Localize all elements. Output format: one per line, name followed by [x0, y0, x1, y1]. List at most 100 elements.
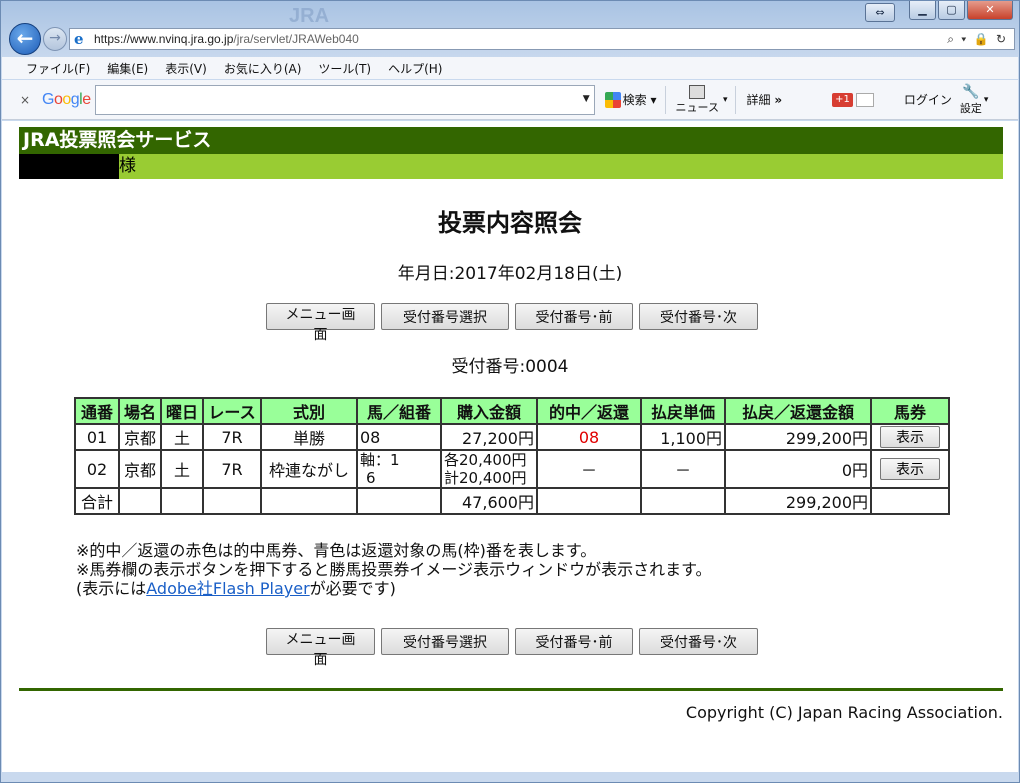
browser-window: JRA ⇔ ▁ ▢ ✕ ← → e https://www.nvinq.jra.…: [0, 0, 1020, 783]
settings-dropdown-icon[interactable]: ▾: [984, 95, 989, 105]
window-controls: ▁ ▢ ✕: [909, 1, 1013, 20]
menu-bar: ファイル(F) 編集(E) 表示(V) お気に入り(A) ツール(T) ヘルプ(…: [2, 57, 1018, 79]
cell-venue: 京都: [118, 423, 162, 451]
cell-type: 枠連ながし: [260, 449, 358, 489]
cell-empty: [118, 487, 162, 515]
settings-button[interactable]: 🔧 設定: [960, 84, 982, 116]
address-url: https://www.nvinq.jra.go.jp/jra/servlet/…: [94, 32, 359, 46]
receipt-select-button[interactable]: 受付番号選択: [381, 628, 509, 655]
cell-unit: 1,100円: [640, 423, 726, 451]
footer-divider: [19, 688, 1003, 691]
cell-day: 土: [160, 423, 204, 451]
address-bar[interactable]: e https://www.nvinq.jra.go.jp/jra/servle…: [69, 28, 1015, 50]
col-payout: 払戻／返還金額: [724, 397, 872, 425]
toolbar-close-icon[interactable]: ×: [14, 93, 36, 107]
cell-combo: 軸：1 6: [356, 449, 442, 489]
news-icon: [689, 84, 706, 99]
forward-button[interactable]: →: [43, 27, 67, 51]
cell-race: 7R: [202, 449, 262, 489]
cell-ticket: 表示: [870, 423, 950, 451]
col-no: 通番: [74, 397, 120, 425]
cell-day: 土: [160, 449, 204, 489]
cell-venue: 京都: [118, 449, 162, 489]
menu-tools[interactable]: ツール(T): [318, 60, 371, 77]
menu-view[interactable]: 表示(V): [165, 60, 207, 77]
google-logo: Google: [42, 90, 91, 108]
cell-unit: －: [640, 449, 726, 489]
cell-total-label: 合計: [74, 487, 120, 515]
toolbar-divider: [664, 85, 666, 114]
page-title: 投票内容照会: [438, 209, 582, 237]
table-row: 01 京都 土 7R 単勝 08 27,200円 08 1,100円 299,2…: [74, 423, 950, 451]
toolbar-divider: [735, 85, 737, 114]
maximize-button[interactable]: ▢: [938, 1, 965, 20]
details-button[interactable]: 詳細 »: [746, 91, 782, 108]
redacted-username: [19, 154, 119, 179]
receipt-select-button[interactable]: 受付番号選択: [381, 303, 509, 330]
cell-hit: －: [536, 449, 642, 489]
note-line-1: ※的中／返還の赤色は的中馬券、青色は返還対象の馬(枠)番を表します。: [76, 541, 597, 560]
menu-screen-button[interactable]: メニュー画面: [266, 628, 375, 668]
gplus-count-box: [855, 92, 874, 107]
close-button[interactable]: ✕: [967, 1, 1013, 20]
menu-help[interactable]: ヘルプ(H): [388, 60, 442, 77]
cell-empty: [870, 487, 950, 515]
google-search-input[interactable]: ▼: [94, 84, 595, 115]
menu-favorites[interactable]: お気に入り(A): [224, 60, 302, 77]
show-ticket-button[interactable]: 表示: [880, 426, 940, 448]
receipt-next-button[interactable]: 受付番号･次: [639, 303, 758, 330]
news-dropdown-icon[interactable]: ▾: [723, 95, 728, 105]
nav-buttons-top: メニュー画面 受付番号選択 受付番号･前 受付番号･次: [266, 303, 758, 343]
flash-player-link[interactable]: Adobe社Flash Player: [146, 579, 309, 598]
wrench-icon: 🔧: [962, 83, 980, 100]
cell-no: 02: [74, 449, 120, 489]
menu-screen-button[interactable]: メニュー画面: [266, 303, 375, 343]
cell-type: 単勝: [260, 423, 358, 451]
bet-table: 通番 場名 曜日 レース 式別 馬／組番 購入金額 的中／返還 払戻単価 払戻／…: [74, 397, 950, 515]
cell-amount: 27,200円: [440, 423, 538, 451]
receipt-prev-button[interactable]: 受付番号･前: [515, 303, 633, 330]
receipt-number: 受付番号:0004: [451, 357, 569, 377]
cell-empty: [640, 487, 726, 515]
cell-ticket: 表示: [870, 449, 950, 489]
cell-combo: 08: [356, 423, 442, 451]
menu-edit[interactable]: 編集(E): [107, 60, 148, 77]
cell-empty: [356, 487, 442, 515]
cell-payout: 0円: [724, 449, 872, 489]
table-total-row: 合計 47,600円 299,200円: [74, 487, 950, 515]
cell-hit: 08: [536, 423, 642, 451]
minimize-button[interactable]: ▁: [909, 1, 936, 20]
chevron-down-icon[interactable]: ▼: [583, 94, 590, 104]
news-button[interactable]: ニュース: [676, 84, 719, 115]
service-header: JRA投票照会サービス: [19, 127, 1003, 154]
col-hit: 的中／返還: [536, 397, 642, 425]
cell-empty: [202, 487, 262, 515]
back-button[interactable]: ←: [9, 23, 41, 55]
col-ticket: 馬券: [870, 397, 950, 425]
menu-file[interactable]: ファイル(F): [26, 60, 90, 77]
notes: ※的中／返還の赤色は的中馬券、青色は返還対象の馬(枠)番を表します。 ※馬券欄の…: [76, 541, 712, 598]
col-day: 曜日: [160, 397, 204, 425]
show-ticket-button[interactable]: 表示: [880, 458, 940, 480]
cell-amount: 各20,400円 計20,400円: [440, 449, 538, 489]
col-amount: 購入金額: [440, 397, 538, 425]
receipt-next-button[interactable]: 受付番号･次: [639, 628, 758, 655]
user-suffix: 様: [119, 156, 136, 176]
page-content: JRA投票照会サービス 様 投票内容照会 年月日:2017年02月18日(土) …: [2, 121, 1018, 772]
note-line-3: (表示にはAdobe社Flash Playerが必要です): [76, 579, 396, 598]
cell-payout: 299,200円: [724, 423, 872, 451]
login-link[interactable]: ログイン: [904, 91, 952, 108]
col-unit: 払戻単価: [640, 397, 726, 425]
receipt-prev-button[interactable]: 受付番号･前: [515, 628, 633, 655]
address-tools-icon[interactable]: ⌕ ▾ 🔒 ↻: [947, 32, 1008, 47]
col-combo: 馬／組番: [356, 397, 442, 425]
google-search-button[interactable]: 検索 ▾: [604, 91, 657, 108]
google-g-icon: [604, 91, 621, 108]
note-line-2: ※馬券欄の表示ボタンを押下すると勝馬投票券イメージ表示ウィンドウが表示されます。: [76, 560, 712, 579]
copyright: Copyright (C) Japan Racing Association.: [685, 703, 1003, 722]
google-toolbar: × Google ▼ 検索 ▾ ニュース ▾ 詳細 » +1 ログイン 🔧 設定 …: [2, 80, 1018, 120]
restore-down-icon[interactable]: ⇔: [865, 3, 895, 22]
table-header-row: 通番 場名 曜日 レース 式別 馬／組番 購入金額 的中／返還 払戻単価 払戻／…: [74, 397, 950, 425]
col-race: レース: [202, 397, 262, 425]
gplus-button[interactable]: +1: [832, 92, 874, 107]
